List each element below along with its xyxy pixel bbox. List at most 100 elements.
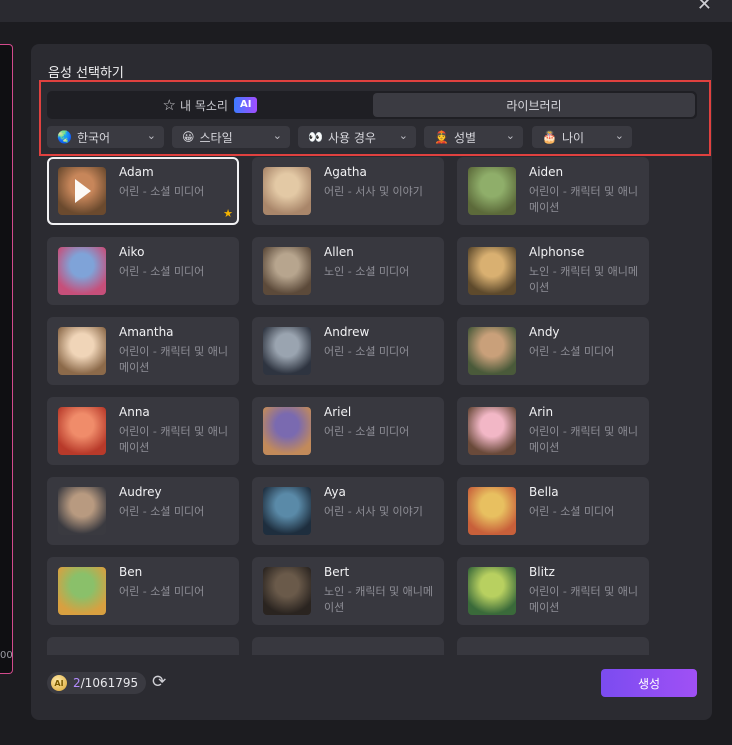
star-icon: ☆ <box>162 96 176 114</box>
voice-avatar <box>468 247 516 295</box>
voice-avatar <box>263 327 311 375</box>
voice-description: 어린 - 소셜 미디어 <box>119 505 205 518</box>
voice-card[interactable]: Andrew 어린 - 소셜 미디어 <box>252 317 444 385</box>
voice-name: Blitz <box>529 565 555 579</box>
voice-avatar <box>58 327 106 375</box>
voice-card[interactable]: Aya 어린 - 서사 및 이야기 <box>252 477 444 545</box>
voice-description: 어린 - 소셜 미디어 <box>119 185 205 198</box>
voice-card-partial[interactable] <box>47 637 239 655</box>
voice-avatar <box>263 247 311 295</box>
filter-age-label: 나이 <box>561 130 585 145</box>
voice-avatar <box>58 247 106 295</box>
voice-description: 어린 - 서사 및 이야기 <box>324 505 423 518</box>
voice-description: 어린이 - 캐릭터 및 애니메이션 <box>529 425 639 454</box>
tab-my-voice-label: 내 목소리 <box>180 98 228 113</box>
voice-card[interactable]: Bert 노인 - 캐릭터 및 애니메이션 <box>252 557 444 625</box>
voice-card[interactable]: Ariel 어린 - 소셜 미디어 <box>252 397 444 465</box>
voice-description: 어린이 - 캐릭터 및 애니메이션 <box>529 585 639 614</box>
voice-select-panel: 음성 선택하기 ☆ 내 목소리 AI 라이브러리 🌏 한국어 ⌄ 😀 스타일 ⌄… <box>31 44 712 720</box>
voice-description: 어린 - 소셜 미디어 <box>119 265 205 278</box>
voice-description: 어린 - 소셜 미디어 <box>529 505 615 518</box>
chevron-down-icon: ⌄ <box>505 129 515 142</box>
voice-name: Agatha <box>324 165 367 179</box>
title-bar: ✕ <box>0 0 732 22</box>
voice-card[interactable]: Arin 어린이 - 캐릭터 및 애니메이션 <box>457 397 649 465</box>
voice-avatar <box>263 487 311 535</box>
voice-grid: Adam 어린 - 소셜 미디어 ★ Agatha 어린 - 서사 및 이야기 Aiden… <box>47 157 707 655</box>
voice-name: Audrey <box>119 485 162 499</box>
voice-card-partial[interactable] <box>252 637 444 655</box>
voice-description: 어린 - 소셜 미디어 <box>324 345 410 358</box>
voice-avatar <box>58 487 106 535</box>
voice-name: Ariel <box>324 405 352 419</box>
voice-card[interactable]: Adam 어린 - 소셜 미디어 ★ <box>47 157 239 225</box>
voice-card-partial[interactable] <box>457 637 649 655</box>
tab-library[interactable]: 라이브러리 <box>373 93 695 117</box>
filter-usecase-dropdown[interactable]: 👀 사용 경우 ⌄ <box>298 126 416 148</box>
voice-name: Amantha <box>119 325 174 339</box>
voice-card[interactable]: Allen 노인 - 소셜 미디어 <box>252 237 444 305</box>
voice-card[interactable]: Andy 어린 - 소셜 미디어 <box>457 317 649 385</box>
voice-description: 어린이 - 캐릭터 및 애니메이션 <box>529 185 639 214</box>
panel-title: 음성 선택하기 <box>48 66 124 81</box>
voice-name: Arin <box>529 405 554 419</box>
voice-card[interactable]: Amantha 어린이 - 캐릭터 및 애니메이션 <box>47 317 239 385</box>
voice-name: Aya <box>324 485 346 499</box>
voice-description: 노인 - 캐릭터 및 애니메이션 <box>529 265 639 294</box>
voice-description: 어린 - 소셜 미디어 <box>324 425 410 438</box>
refresh-icon[interactable]: ⟳ <box>152 672 166 692</box>
voice-avatar <box>468 407 516 455</box>
voice-name: Andy <box>529 325 560 339</box>
filter-language-dropdown[interactable]: 🌏 한국어 ⌄ <box>47 126 164 148</box>
chevron-down-icon: ⌄ <box>614 129 624 142</box>
voice-name: Allen <box>324 245 354 259</box>
tab-library-label: 라이브러리 <box>506 98 562 113</box>
close-icon[interactable]: ✕ <box>697 0 712 15</box>
voice-card[interactable]: Aiden 어린이 - 캐릭터 및 애니메이션 <box>457 157 649 225</box>
generate-button[interactable]: 생성 <box>601 669 697 697</box>
voice-name: Ben <box>119 565 143 579</box>
voice-description: 어린이 - 캐릭터 및 애니메이션 <box>119 425 229 454</box>
voice-description: 노인 - 소셜 미디어 <box>324 265 410 278</box>
voice-card[interactable]: Blitz 어린이 - 캐릭터 및 애니메이션 <box>457 557 649 625</box>
voice-avatar <box>58 567 106 615</box>
filter-style-label: 스타일 <box>199 130 233 145</box>
eyes-icon: 👀 <box>308 130 323 144</box>
voice-description: 어린 - 서사 및 이야기 <box>324 185 423 198</box>
chevron-down-icon: ⌄ <box>398 129 408 142</box>
preview-edge-value: 00 <box>0 650 13 661</box>
voice-source-tabs: ☆ 내 목소리 AI 라이브러리 <box>47 91 697 119</box>
globe-icon: 🌏 <box>57 130 72 144</box>
filter-language-label: 한국어 <box>76 130 111 145</box>
play-icon[interactable] <box>75 179 91 203</box>
voice-name: Adam <box>119 165 154 179</box>
voice-card[interactable]: Bella 어린 - 소셜 미디어 <box>457 477 649 545</box>
favorite-star-icon[interactable]: ★ <box>223 207 233 220</box>
voice-avatar <box>468 327 516 375</box>
credit-balance: AI 2 /1061795 <box>47 672 147 694</box>
coin-icon: AI <box>51 675 67 691</box>
voice-avatar <box>263 407 311 455</box>
voice-card[interactable]: Ben 어린 - 소셜 미디어 <box>47 557 239 625</box>
filter-gender-dropdown[interactable]: 👲 성별 ⌄ <box>424 126 523 148</box>
voice-card[interactable]: Anna 어린이 - 캐릭터 및 애니메이션 <box>47 397 239 465</box>
ai-badge: AI <box>233 97 258 113</box>
voice-name: Aiden <box>529 165 564 179</box>
tab-my-voice[interactable]: ☆ 내 목소리 AI <box>49 93 371 117</box>
voice-avatar <box>263 167 311 215</box>
voice-card[interactable]: Audrey 어린 - 소셜 미디어 <box>47 477 239 545</box>
person-icon: 👲 <box>434 130 449 144</box>
voice-card[interactable]: Alphonse 노인 - 캐릭터 및 애니메이션 <box>457 237 649 305</box>
voice-card[interactable]: Aiko 어린 - 소셜 미디어 <box>47 237 239 305</box>
voice-name: Aiko <box>119 245 145 259</box>
voice-name: Alphonse <box>529 245 585 259</box>
preview-panel-edge <box>0 44 13 674</box>
voice-name: Bert <box>324 565 350 579</box>
voice-card[interactable]: Agatha 어린 - 서사 및 이야기 <box>252 157 444 225</box>
filter-style-dropdown[interactable]: 😀 스타일 ⌄ <box>172 126 290 148</box>
voice-avatar <box>58 167 106 215</box>
cake-icon: 🎂 <box>542 130 557 144</box>
voice-name: Anna <box>119 405 150 419</box>
filter-age-dropdown[interactable]: 🎂 나이 ⌄ <box>532 126 632 148</box>
voice-name: Andrew <box>324 325 370 339</box>
